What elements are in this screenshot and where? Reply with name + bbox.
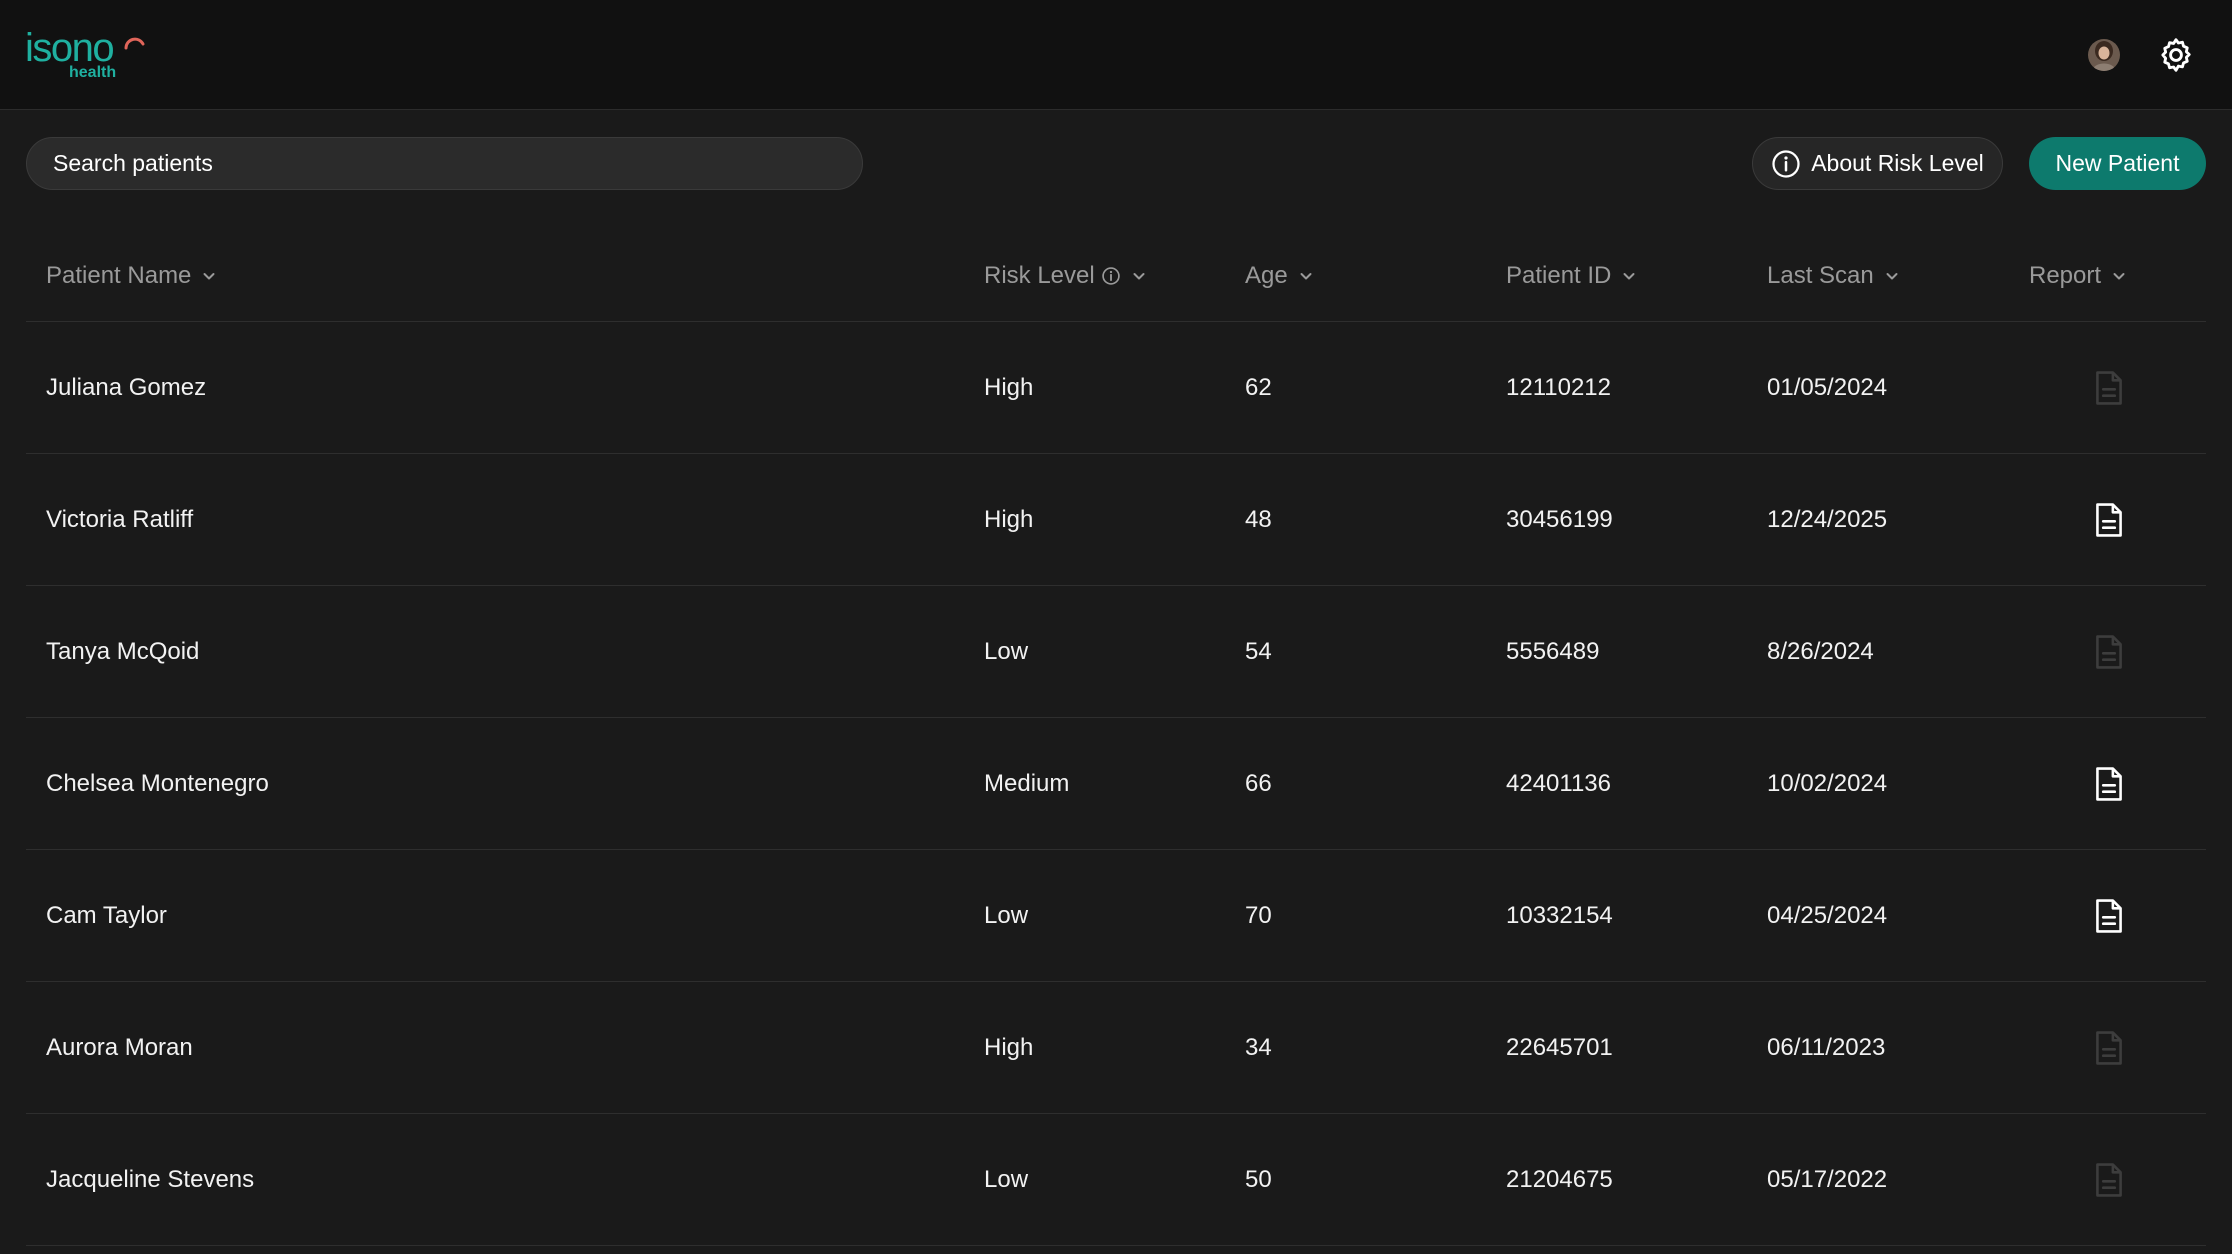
patient-name[interactable]: Chelsea Montenegro <box>46 718 269 850</box>
about-risk-level-button[interactable]: About Risk Level <box>1752 137 2003 190</box>
isono-health-logo[interactable]: isono health <box>25 26 145 84</box>
patient-id: 12110212 <box>1506 374 1611 401</box>
user-avatar[interactable] <box>2088 39 2120 71</box>
chevron-down-icon <box>1623 273 1635 280</box>
age: 70 <box>1245 902 1272 929</box>
risk-level: High <box>984 1034 1034 1061</box>
info-icon <box>1772 149 1800 178</box>
report-document-icon <box>2096 1031 2122 1065</box>
table-row[interactable]: Cam Taylor Low 70 10332154 04/25/2024 <box>26 850 2206 982</box>
patient-id: 42401136 <box>1506 770 1611 797</box>
age: 66 <box>1245 770 1272 797</box>
gear-icon[interactable] <box>2158 37 2194 73</box>
column-header-report[interactable]: Report <box>2029 240 2127 312</box>
table-row[interactable]: Juliana Gomez High 62 12110212 01/05/202… <box>26 322 2206 454</box>
report-document-icon <box>2096 371 2122 405</box>
logo-arc-icon <box>124 37 145 50</box>
patient-name[interactable]: Juliana Gomez <box>46 322 206 454</box>
patient-id: 30456199 <box>1506 506 1613 533</box>
age: 34 <box>1245 1034 1272 1061</box>
last-scan: 05/17/2022 <box>1767 1166 1888 1193</box>
chevron-down-icon <box>203 273 215 280</box>
risk-level: High <box>984 374 1034 401</box>
patient-id: 5556489 <box>1506 638 1600 665</box>
risk-level: Low <box>984 638 1029 665</box>
last-scan: 12/24/2025 <box>1767 506 1888 533</box>
last-scan: 06/11/2023 <box>1767 1034 1886 1061</box>
report-document-icon <box>2096 1163 2122 1197</box>
new-patient-label: New Patient <box>2055 150 2180 176</box>
chevron-down-icon <box>1300 273 1312 280</box>
table-row[interactable]: Jacqueline Stevens Low 50 21204675 05/17… <box>26 1114 2206 1246</box>
new-patient-button[interactable]: New Patient <box>2029 137 2206 190</box>
last-scan: 10/02/2024 <box>1767 770 1888 797</box>
table-row[interactable]: Tanya McQoid Low 54 5556489 8/26/2024 <box>26 586 2206 718</box>
column-label: Report <box>2029 262 2102 289</box>
chevron-down-icon <box>1886 273 1898 280</box>
column-label: Risk Level <box>984 262 1095 289</box>
column-label: Age <box>1245 262 1288 289</box>
chevron-down-icon <box>1133 273 1145 280</box>
column-header-risk-level[interactable]: Risk Level <box>984 240 1147 312</box>
column-header-patient-id[interactable]: Patient ID <box>1506 240 1637 312</box>
age: 62 <box>1245 374 1272 401</box>
last-scan: 01/05/2024 <box>1767 374 1888 401</box>
patient-id: 10332154 <box>1506 902 1613 929</box>
patient-table-body: Juliana Gomez High 62 12110212 01/05/202… <box>26 322 2206 1246</box>
chevron-down-icon <box>2113 273 2125 280</box>
table-header: Patient Name Risk Level Age Patient ID L… <box>26 240 2206 322</box>
patient-name[interactable]: Victoria Ratliff <box>46 454 193 586</box>
report-document-icon[interactable] <box>2093 766 2125 802</box>
report-document-icon <box>2096 635 2122 669</box>
info-icon[interactable] <box>1101 266 1121 286</box>
report-document-icon[interactable] <box>2093 502 2125 538</box>
avatar-icon <box>2088 39 2120 71</box>
age: 50 <box>1245 1166 1272 1193</box>
about-risk-level-label: About Risk Level <box>1811 150 1984 176</box>
risk-level: Low <box>984 902 1029 929</box>
column-header-patient-name[interactable]: Patient Name <box>46 240 217 312</box>
last-scan: 8/26/2024 <box>1767 638 1874 665</box>
column-label: Patient ID <box>1506 262 1612 289</box>
column-label: Last Scan <box>1767 262 1874 289</box>
patient-name[interactable]: Cam Taylor <box>46 850 167 982</box>
patient-name[interactable]: Aurora Moran <box>46 982 193 1114</box>
age: 54 <box>1245 638 1272 665</box>
age: 48 <box>1245 506 1272 533</box>
report-document-icon[interactable] <box>2093 898 2125 934</box>
table-row[interactable]: Victoria Ratliff High 48 30456199 12/24/… <box>26 454 2206 586</box>
risk-level: High <box>984 506 1034 533</box>
column-header-last-scan[interactable]: Last Scan <box>1767 240 1900 312</box>
risk-level: Medium <box>984 770 1070 797</box>
last-scan: 04/25/2024 <box>1767 902 1888 929</box>
top-bar: isono health <box>0 0 2232 110</box>
column-label: Patient Name <box>46 262 192 289</box>
search-input[interactable] <box>26 137 863 190</box>
patient-id: 21204675 <box>1506 1166 1613 1193</box>
patient-name[interactable]: Tanya McQoid <box>46 586 199 718</box>
patient-id: 22645701 <box>1506 1034 1613 1061</box>
logo-subtitle: health <box>69 64 117 81</box>
risk-level: Low <box>984 1166 1029 1193</box>
table-row[interactable]: Aurora Moran High 34 22645701 06/11/2023 <box>26 982 2206 1114</box>
column-header-age[interactable]: Age <box>1245 240 1314 312</box>
patient-name[interactable]: Jacqueline Stevens <box>46 1114 254 1246</box>
table-row[interactable]: Chelsea Montenegro Medium 66 42401136 10… <box>26 718 2206 850</box>
